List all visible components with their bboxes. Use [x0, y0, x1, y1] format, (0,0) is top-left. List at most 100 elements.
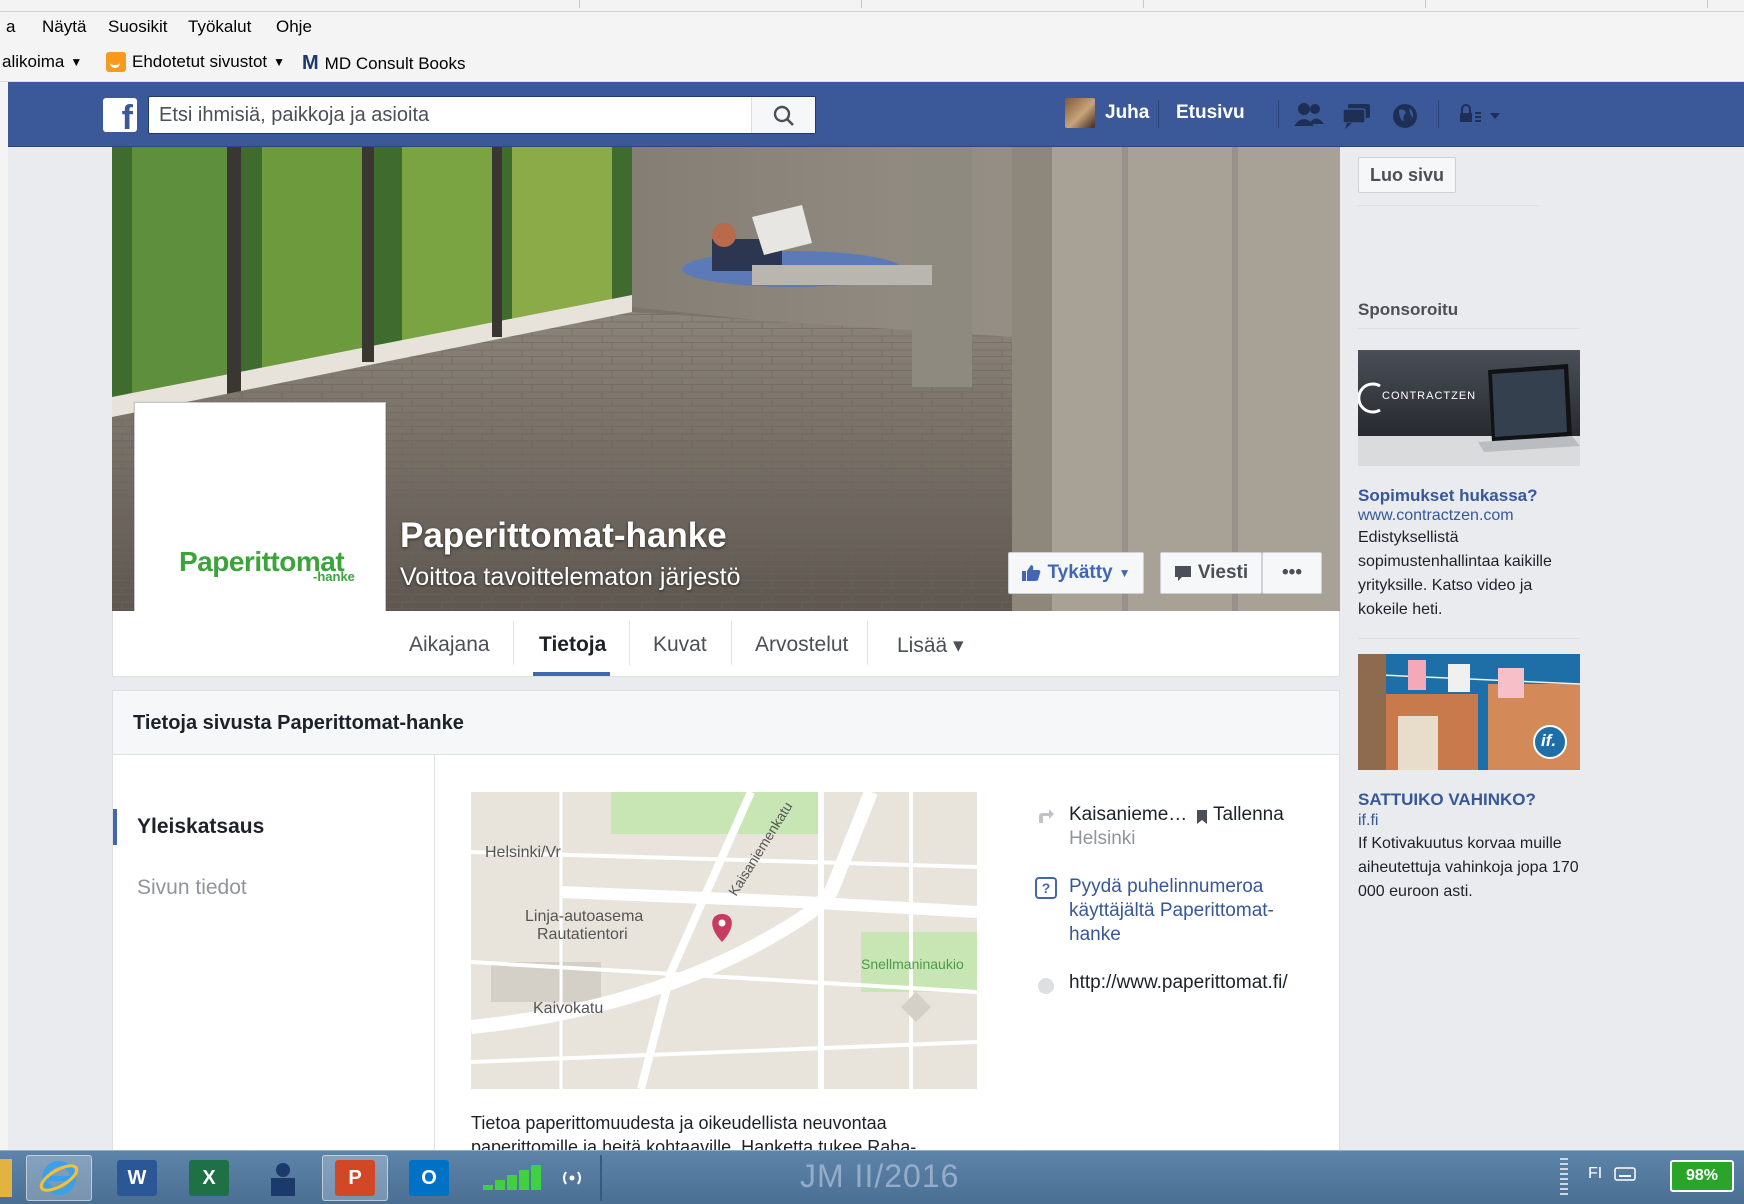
tab-reviews[interactable]: Arvostelut	[755, 633, 848, 657]
taskbar-network-meter[interactable]	[472, 1155, 552, 1201]
favorite-gallery[interactable]: alikoima ▼	[2, 52, 82, 72]
nav-page-info[interactable]: Sivun tiedot	[137, 876, 247, 900]
facebook-top-bar: f Juha Etusivu	[8, 82, 1744, 147]
ad-url[interactable]: if.fi	[1358, 812, 1378, 830]
user-name: Juha	[1105, 102, 1150, 123]
about-nav: Yleiskatsaus Sivun tiedot	[113, 755, 435, 1161]
profile-link[interactable]: Juha	[1065, 98, 1149, 128]
menu-item-view[interactable]: Näytä	[42, 17, 86, 37]
browser-tab[interactable]	[1144, 0, 1426, 8]
more-options-button[interactable]: •••	[1262, 552, 1322, 594]
tab-about[interactable]: Tietoja	[539, 633, 606, 657]
taskbar-internet-explorer[interactable]	[26, 1155, 92, 1201]
divider	[629, 621, 630, 665]
map-label-street-2: Kaivokatu	[533, 1000, 604, 1017]
tray-grip	[1560, 1158, 1568, 1198]
divider	[867, 621, 868, 665]
tab-photos[interactable]: Kuvat	[653, 633, 707, 657]
keyboard-icon[interactable]	[1614, 1166, 1636, 1182]
privacy-shortcuts-icon[interactable]	[1458, 100, 1506, 130]
menu-item-help[interactable]: Ohje	[276, 17, 312, 37]
language-indicator[interactable]: FI	[1588, 1165, 1602, 1183]
message-button[interactable]: Viesti	[1160, 552, 1262, 594]
browser-tab[interactable]	[1426, 0, 1708, 8]
favorite-md-consult[interactable]: M MD Consult Books	[302, 52, 465, 75]
ad-brand-text: if.	[1541, 731, 1557, 750]
ad-text: If Kotivakuutus korvaa muille aiheutettu…	[1358, 835, 1579, 900]
taskbar-word[interactable]: W	[104, 1155, 170, 1201]
bookmark-icon	[1197, 810, 1207, 824]
home-link[interactable]: Etusivu	[1176, 102, 1245, 124]
chevron-down-icon: ▼	[70, 55, 83, 69]
avatar	[1065, 98, 1095, 128]
tab-timeline[interactable]: Aikajana	[409, 633, 490, 657]
more-dots-icon: •••	[1282, 562, 1302, 583]
browser-tab[interactable]	[0, 0, 580, 8]
browser-tab[interactable]	[862, 0, 1144, 8]
file-explorer-icon[interactable]	[0, 1159, 12, 1197]
search-box	[148, 96, 816, 134]
profile-logo-subtext: -hanke	[313, 569, 355, 584]
search-button[interactable]	[751, 97, 815, 133]
message-button-label: Viesti	[1197, 562, 1249, 583]
menu-item-file[interactable]: a	[6, 17, 15, 37]
browser-menu-bar: a Näytä Suosikit Työkalut Ohje	[0, 12, 1744, 44]
nav-overview[interactable]: Yleiskatsaus	[137, 815, 264, 839]
browser-tab-strip	[0, 0, 1744, 12]
about-header: Tietoja sivusta Paperittomat-hanke	[113, 691, 1339, 755]
question-icon: ?	[1035, 877, 1057, 899]
battery-indicator[interactable]: 98%	[1670, 1160, 1734, 1192]
save-location-button[interactable]: Tallenna	[1213, 804, 1284, 826]
notifications-globe-icon[interactable]	[1388, 100, 1422, 130]
about-header-title: Tietoja sivusta Paperittomat-hanke	[133, 712, 464, 734]
thumbs-up-icon	[1022, 565, 1041, 581]
globe-icon	[1038, 978, 1054, 994]
divider	[1358, 638, 1580, 639]
about-section: Tietoja sivusta Paperittomat-hanke Yleis…	[112, 690, 1340, 1161]
liked-button[interactable]: Tykätty ▼	[1008, 552, 1144, 594]
tab-more[interactable]: Lisää ▾	[897, 633, 964, 658]
facebook-logo-letter: f	[121, 99, 133, 137]
facebook-logo-icon[interactable]: f	[103, 98, 137, 137]
svg-text:?: ?	[1042, 880, 1051, 896]
outlook-icon: O	[409, 1160, 449, 1196]
friend-requests-icon[interactable]	[1292, 100, 1326, 130]
search-icon	[773, 105, 794, 126]
location-map[interactable]: Helsinki/Vr Linja-autoasema Rautatientor…	[471, 792, 977, 1089]
taskbar-excel[interactable]: X	[176, 1155, 242, 1201]
user-app-icon	[271, 1163, 295, 1196]
taskbar-outlook[interactable]: O	[396, 1155, 462, 1201]
website-link[interactable]: http://www.paperittomat.fi/	[1069, 972, 1288, 994]
create-page-button[interactable]: Luo sivu	[1358, 157, 1456, 193]
menu-item-tools[interactable]: Työkalut	[188, 17, 251, 37]
battery-level: 98%	[1685, 1167, 1719, 1184]
signal-bars-icon	[483, 1165, 541, 1190]
page-tabs: Aikajana Tietoja Kuvat Arvostelut Lisää …	[112, 611, 1340, 677]
browser-tab[interactable]	[580, 0, 862, 8]
ad-title[interactable]: SATTUIKO VAHINKO?	[1358, 790, 1536, 810]
chevron-down-icon: ▼	[1118, 566, 1131, 580]
ad-url[interactable]: www.contractzen.com	[1358, 507, 1514, 525]
address-link[interactable]: Kaisanieme…	[1069, 804, 1187, 826]
page-category[interactable]: Voittoa tavoittelematon järjestö	[400, 563, 740, 592]
active-tab-indicator	[533, 672, 610, 676]
search-input[interactable]	[159, 101, 749, 129]
taskbar-powerpoint[interactable]: P	[322, 1155, 388, 1201]
taskbar-app[interactable]	[250, 1155, 316, 1201]
favorite-suggested-sites[interactable]: Ehdotetut sivustot ▼	[106, 52, 285, 72]
ad-image-graphic	[1358, 654, 1580, 770]
divider	[1358, 205, 1538, 206]
wireless-icon	[563, 1171, 581, 1185]
request-phone-link[interactable]: Pyydä puhelinnumeroa käyttäjältä Paperit…	[1069, 875, 1309, 947]
page-title[interactable]: Paperittomat-hanke	[400, 516, 727, 556]
divider	[1358, 328, 1580, 329]
taskbar-wireless[interactable]	[556, 1155, 588, 1201]
favorite-suggested-label: Ehdotetut sivustot	[132, 52, 268, 71]
powerpoint-icon: P	[335, 1160, 375, 1196]
menu-item-favorites[interactable]: Suosikit	[108, 17, 168, 37]
ad-image-contractzen[interactable]: CONTRACTZEN	[1358, 350, 1580, 466]
ad-title[interactable]: Sopimukset hukassa?	[1358, 486, 1538, 506]
watermark-text: JM II/2016	[800, 1158, 960, 1194]
ad-image-if[interactable]: if.	[1358, 654, 1580, 770]
messages-icon[interactable]	[1340, 100, 1374, 130]
